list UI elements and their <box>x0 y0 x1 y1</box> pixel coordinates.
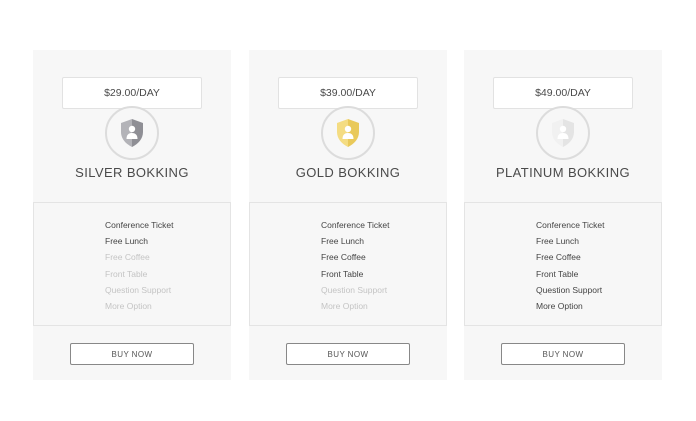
plan-name: SILVER BOKKING <box>75 165 189 180</box>
list-item: Free Lunch <box>536 236 579 247</box>
plan-badge <box>536 106 590 160</box>
list-item: Question Support <box>105 284 172 295</box>
card-header: $39.00/DAY GOLD BOKKING <box>249 50 447 202</box>
list-item: Free Coffee <box>321 252 366 263</box>
buy-now-button[interactable]: BUY NOW <box>501 343 625 365</box>
feature-list: Conference Ticket Free Lunch Free Coffee… <box>249 202 447 326</box>
list-item: Question Support <box>321 284 388 295</box>
buy-now-button[interactable]: BUY NOW <box>70 343 194 365</box>
card-header: $29.00/DAY SILVER BOKKING <box>33 50 231 202</box>
pricing-card-silver: $29.00/DAY SILVER BOKKING Conference Tic… <box>33 50 231 380</box>
list-item: Question Support <box>536 284 603 295</box>
list-item: Free Lunch <box>105 236 148 247</box>
list-item: Free Coffee <box>536 252 581 263</box>
buy-now-button[interactable]: BUY NOW <box>286 343 410 365</box>
feature-list: Conference Ticket Free Lunch Free Coffee… <box>464 202 662 326</box>
price-tag: $29.00/DAY <box>62 77 202 109</box>
plan-name: GOLD BOKKING <box>295 165 401 180</box>
list-item: Front Table <box>536 268 579 279</box>
list-item: Free Lunch <box>321 236 364 247</box>
plan-name: PLATINUM BOKKING <box>495 165 630 180</box>
price-tag: $39.00/DAY <box>278 77 418 109</box>
list-item: Conference Ticket <box>105 220 174 230</box>
plan-badge <box>321 106 375 160</box>
pricing-card-gold: $39.00/DAY GOLD BOKKING Conference Ticke… <box>249 50 447 380</box>
card-header: $49.00/DAY PLATINUM BOKKING <box>464 50 662 202</box>
list-item: Conference Ticket <box>321 220 390 230</box>
list-item: More Option <box>105 300 152 311</box>
plan-badge <box>105 106 159 160</box>
list-item: Free Coffee <box>105 252 150 263</box>
list-item: Front Table <box>321 268 364 279</box>
list-item: Conference Ticket <box>536 220 605 230</box>
list-item: More Option <box>321 300 368 311</box>
feature-list: Conference Ticket Free Lunch Free Coffee… <box>33 202 231 326</box>
price-tag: $49.00/DAY <box>493 77 633 109</box>
pricing-card-platinum: $49.00/DAY PLATINUM BOKKING Conference T… <box>464 50 662 380</box>
list-item: Front Table <box>105 268 148 279</box>
list-item: More Option <box>536 300 583 311</box>
